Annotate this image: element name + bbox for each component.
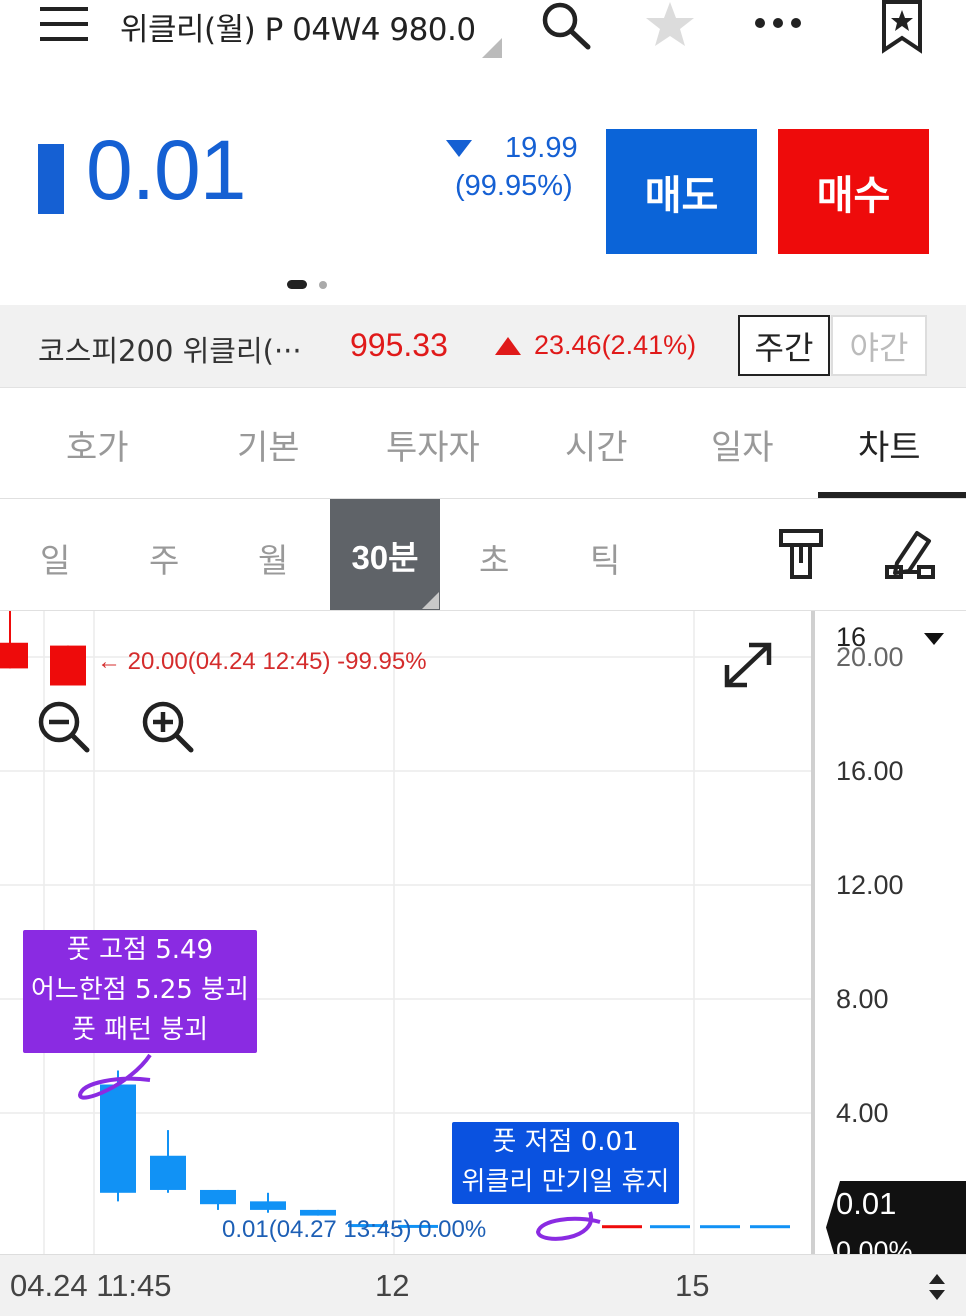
index-change: 23.46(2.41%)	[534, 330, 697, 360]
low-price-annotation: 0.01(04.27 13:45) 0.00%	[222, 1216, 487, 1243]
main-tabs	[0, 388, 966, 499]
note-line: 어느한점 5.25 붕괴	[31, 975, 249, 1005]
candle-body	[0, 642, 28, 669]
y-tick-label: 8.00	[836, 984, 889, 1014]
period-dropdown-corner-icon	[422, 592, 439, 609]
session-day-toggle[interactable]: 주간	[738, 315, 830, 376]
candle-body	[750, 1225, 790, 1229]
menu-icon[interactable]	[36, 2, 92, 46]
index-name[interactable]: 코스피200 위클리(···	[38, 328, 302, 370]
tab-basic[interactable]: 기본	[237, 420, 300, 469]
chevron-down-icon[interactable]	[924, 633, 944, 645]
zoom-out-icon[interactable]	[34, 697, 92, 755]
note-line: 풋 저점 0.01	[492, 1127, 639, 1157]
note-line: 풋 패턴 붕괴	[71, 1015, 209, 1045]
y-tick-label: 4.00	[836, 1098, 889, 1128]
scroll-arrows-icon[interactable]	[926, 1272, 948, 1302]
y-tick-label: 12.00	[836, 870, 904, 900]
sell-button[interactable]: 매도	[606, 129, 757, 254]
candle-body	[300, 1209, 336, 1216]
last-price-label: 0.01	[836, 1186, 897, 1221]
star-icon[interactable]	[640, 0, 700, 52]
candle-body	[200, 1189, 236, 1205]
period-day[interactable]: 일	[40, 534, 70, 582]
candle-body	[100, 1084, 136, 1193]
page-indicator[interactable]	[319, 281, 327, 289]
tab-investor[interactable]: 투자자	[386, 420, 480, 469]
period-week[interactable]: 주	[149, 534, 179, 582]
page-title: 위클리(월) P 04W4 980.0	[120, 12, 476, 48]
annotation-note-purple[interactable]: 풋 고점 5.49 어느한점 5.25 붕괴 풋 패턴 붕괴	[23, 930, 257, 1053]
page-indicator-active[interactable]	[287, 280, 307, 289]
y-tick-label: 16.00	[836, 756, 904, 786]
candle-body	[150, 1155, 186, 1190]
fullscreen-icon[interactable]	[718, 636, 778, 694]
down-arrow-icon	[446, 140, 472, 157]
x-tick-label: 12	[375, 1268, 410, 1303]
search-icon[interactable]	[536, 0, 596, 52]
y-tick-label: 20.00	[836, 642, 904, 672]
period-tick[interactable]: 틱	[590, 534, 620, 582]
zoom-in-icon[interactable]	[138, 697, 196, 755]
price-axis-divider[interactable]	[811, 611, 815, 1254]
title-dropdown-corner-icon[interactable]	[482, 38, 502, 58]
candle-body	[650, 1225, 690, 1229]
x-tick-label: 04.24 11:45	[10, 1268, 172, 1303]
hand-drawn-circle	[535, 1211, 601, 1241]
candle-body	[250, 1201, 286, 1210]
tab-daily[interactable]: 일자	[711, 420, 774, 469]
note-line: 풋 고점 5.49	[66, 935, 214, 965]
up-arrow-icon	[495, 337, 521, 355]
tab-time[interactable]: 시간	[565, 420, 628, 469]
period-month[interactable]: 월	[258, 534, 288, 582]
period-second[interactable]: 초	[479, 534, 509, 582]
index-value: 995.33	[350, 327, 448, 363]
x-tick-label: 15	[675, 1268, 710, 1303]
active-tab-underline	[818, 492, 966, 498]
annotation-note-blue[interactable]: 풋 저점 0.01 위클리 만기일 휴지	[452, 1122, 679, 1204]
current-price: 0.01	[86, 123, 246, 217]
price-change: 19.99	[505, 132, 578, 164]
tab-chart[interactable]: 차트	[858, 420, 921, 469]
price-candle-icon	[38, 144, 64, 214]
buy-button[interactable]: 매수	[778, 129, 929, 254]
drawing-tool-icon[interactable]	[882, 526, 938, 582]
bookmark-icon[interactable]	[872, 0, 932, 54]
indicator-tool-icon[interactable]	[774, 526, 828, 582]
price-change-percent: (99.95%)	[455, 170, 573, 202]
high-price-annotation: ← 20.00(04.24 12:45) -99.95%	[97, 648, 427, 675]
session-night-toggle[interactable]: 야간	[831, 315, 927, 376]
candle-body	[700, 1225, 740, 1229]
more-icon[interactable]	[748, 6, 808, 40]
candle-body	[50, 645, 86, 686]
candle-body	[602, 1225, 642, 1229]
tab-orderbook[interactable]: 호가	[66, 420, 129, 469]
note-line: 위클리 만기일 휴지	[461, 1167, 670, 1197]
